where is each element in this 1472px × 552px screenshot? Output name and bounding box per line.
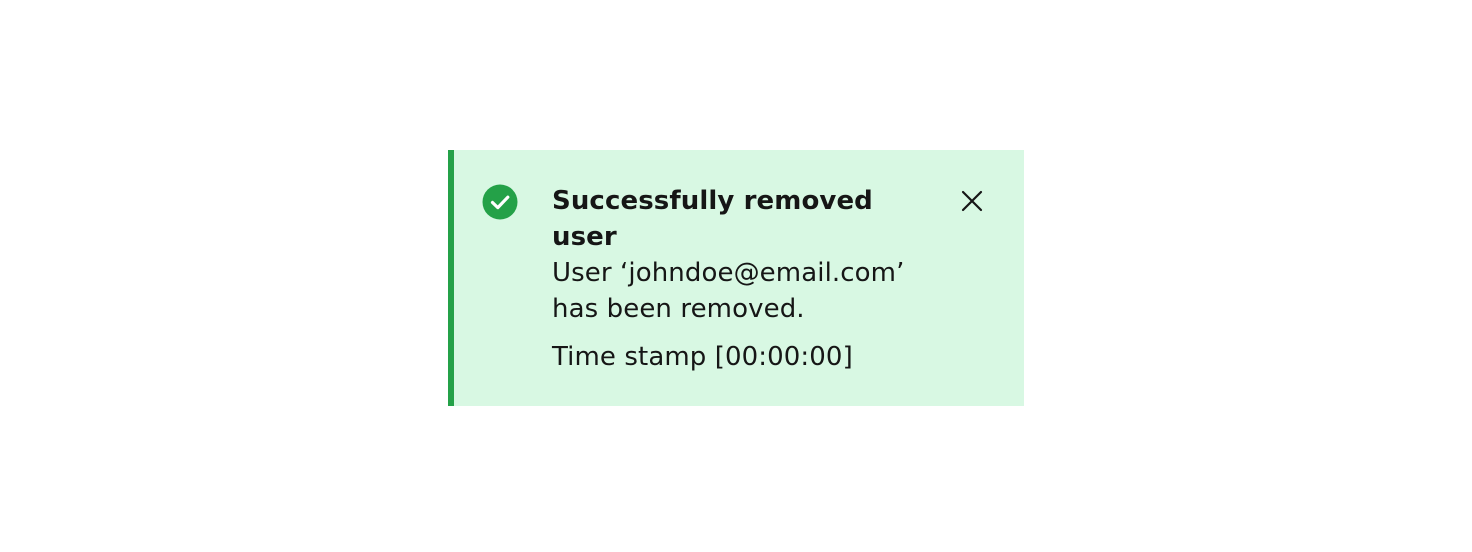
notification-subtitle: User ‘johndoe@email.com’ has been remove… bbox=[552, 258, 905, 324]
close-button[interactable] bbox=[950, 184, 994, 220]
notification-title: Successfully removed user bbox=[552, 186, 873, 252]
notification-content: Successfully removed user User ‘johndoe@… bbox=[552, 183, 922, 372]
checkmark-filled-icon bbox=[482, 184, 518, 220]
close-icon bbox=[960, 189, 984, 216]
notification-timestamp: Time stamp [00:00:00] bbox=[552, 342, 853, 372]
toast-notification: Successfully removed user User ‘johndoe@… bbox=[448, 150, 1024, 406]
